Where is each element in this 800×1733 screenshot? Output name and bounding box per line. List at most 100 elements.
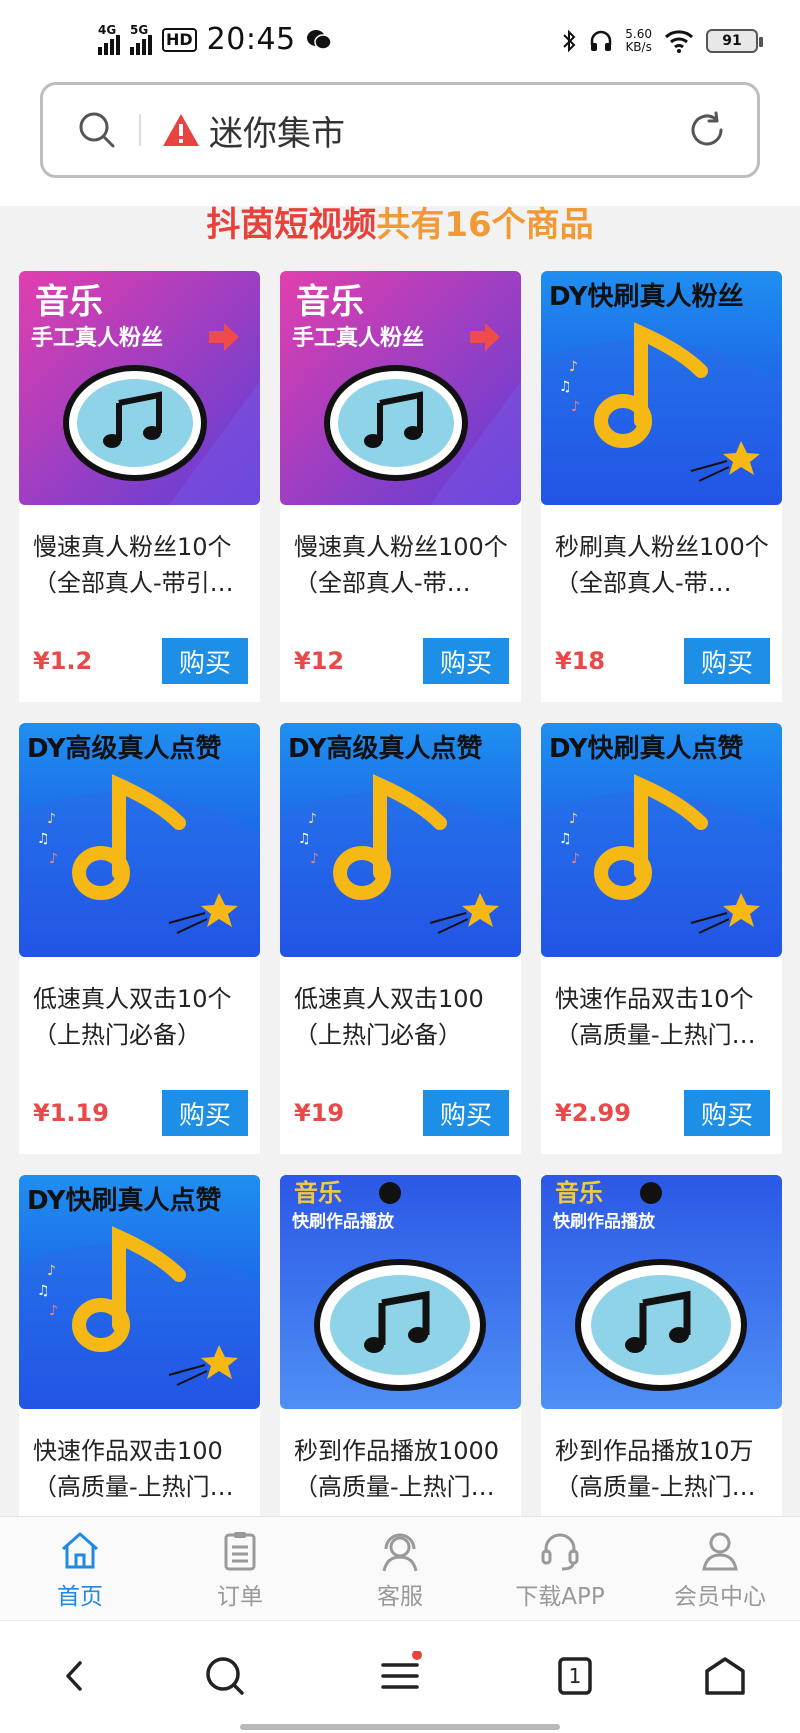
product-name[interactable]: 秒到作品播放10万（高质量-上热门… [555, 1433, 769, 1505]
tab-member-center[interactable]: 会员中心 [640, 1517, 800, 1620]
product-price: ¥2.99 [555, 1099, 631, 1127]
wifi-icon [664, 30, 694, 53]
thumb-title: 音乐 [35, 282, 103, 322]
buy-button[interactable]: 购买 [423, 1090, 509, 1136]
tab-home[interactable]: 首页 [0, 1517, 160, 1620]
product-list-area[interactable]: 抖茵短视频共有16个商品 音乐 手工真人粉丝 慢速真人粉丝10个（全部真人-带引… [0, 206, 800, 1516]
product-name[interactable]: 秒刷真人粉丝100个（全部真人-带… [555, 529, 769, 601]
warning-icon[interactable] [161, 112, 201, 148]
product-image[interactable]: DY快刷真人点赞 ♪ ♫ ♪ [541, 723, 782, 957]
svg-text:♪: ♪ [308, 811, 317, 827]
product-image[interactable]: 音乐 手工真人粉丝 [280, 271, 521, 505]
product-name[interactable]: 慢速真人粉丝100个（全部真人-带… [294, 529, 508, 601]
user-icon [702, 1532, 738, 1571]
svg-text:♪: ♪ [569, 359, 578, 375]
product-card[interactable]: DY高级真人点赞 ♪ ♫ ♪ 低速真人双击10个（上热门必备） ¥1.19 购买 [19, 723, 260, 1154]
thumb-subtitle: 快刷作品播放 [292, 1211, 395, 1232]
home-icon[interactable] [700, 1651, 750, 1701]
product-card[interactable]: 音乐 快刷作品播放 秒到作品播放10万（高质量-上热门… [541, 1175, 782, 1516]
product-name[interactable]: 秒到作品播放1000（高质量-上热门… [294, 1433, 508, 1505]
product-image[interactable]: 音乐 手工真人粉丝 [19, 271, 260, 505]
signal-5g-icon: 5G [130, 23, 152, 55]
notification-dot [412, 1651, 422, 1660]
home-icon [62, 1532, 98, 1569]
svg-text:♪: ♪ [571, 399, 580, 415]
tab-orders-label: 订单 [217, 1584, 263, 1610]
search-icon[interactable] [77, 110, 117, 150]
svg-text:♪: ♪ [310, 851, 319, 867]
tabs-button[interactable]: 1 [550, 1651, 600, 1701]
page-title: 迷你集市 [209, 113, 345, 154]
buy-button[interactable]: 购买 [162, 638, 248, 684]
tab-member-center-label: 会员中心 [674, 1584, 766, 1610]
svg-text:♫: ♫ [37, 1283, 50, 1299]
back-icon[interactable] [50, 1651, 100, 1701]
svg-text:♫: ♫ [559, 831, 572, 847]
service-icon [382, 1533, 418, 1572]
heading-count: 共有16个商品 [376, 206, 594, 245]
svg-text:♪: ♪ [47, 1263, 56, 1279]
tab-download-app[interactable]: 下载APP [480, 1517, 640, 1620]
product-card[interactable]: DY快刷真人点赞 ♪ ♫ ♪ 快速作品双击10个（高质量-上热门… ¥2.99 … [541, 723, 782, 1154]
search-icon[interactable] [200, 1651, 250, 1701]
headphones-icon [591, 30, 612, 51]
battery-indicator: 91 [706, 29, 763, 53]
product-card[interactable]: 音乐 手工真人粉丝 慢速真人粉丝10个（全部真人-带引… ¥1.2 购买 [19, 271, 260, 702]
product-image[interactable]: 音乐 快刷作品播放 [541, 1175, 782, 1409]
product-image[interactable]: DY高级真人点赞 ♪ ♫ ♪ [280, 723, 521, 957]
product-card[interactable]: DY高级真人点赞 ♪ ♫ ♪ 低速真人双击100（上热门必备） ¥19 购买 [280, 723, 521, 1154]
svg-text:♫: ♫ [298, 831, 311, 847]
bluetooth-icon [563, 29, 576, 53]
product-price: ¥19 [294, 1099, 345, 1127]
product-card[interactable]: DY快刷真人粉丝 ♪ ♫ ♪ 秒刷真人粉丝100个（全部真人-带… ¥18 购买 [541, 271, 782, 702]
reload-icon[interactable] [687, 110, 727, 150]
tab-download-app-label: 下载APP [515, 1584, 605, 1610]
buy-button[interactable]: 购买 [684, 638, 770, 684]
address-bar[interactable]: 迷你集市 [40, 82, 760, 178]
product-image[interactable]: DY快刷真人点赞 ♪ ♫ ♪ [19, 1175, 260, 1409]
svg-text:♪: ♪ [49, 1303, 58, 1319]
thumb-title: 音乐 [296, 282, 364, 322]
home-indicator[interactable] [240, 1724, 560, 1730]
signal-4g-icon: 4G [98, 23, 120, 55]
thumb-subtitle: 快刷作品播放 [553, 1211, 656, 1232]
product-card[interactable]: DY快刷真人点赞 ♪ ♫ ♪ 快速作品双击100（高质量-上热门… [19, 1175, 260, 1516]
product-grid: 音乐 手工真人粉丝 慢速真人粉丝10个（全部真人-带引… ¥1.2 购买 音乐 … [19, 271, 782, 1516]
tab-service[interactable]: 客服 [320, 1517, 480, 1620]
menu-icon[interactable] [375, 1651, 425, 1701]
tabs-count: 1 [568, 1664, 582, 1688]
product-price: ¥12 [294, 647, 345, 675]
svg-text:♪: ♪ [49, 851, 58, 867]
category-heading: 抖茵短视频共有16个商品 [0, 208, 800, 242]
buy-button[interactable]: 购买 [423, 638, 509, 684]
product-image[interactable]: DY快刷真人粉丝 ♪ ♫ ♪ [541, 271, 782, 505]
order-icon [224, 1532, 256, 1571]
product-card[interactable]: 音乐 手工真人粉丝 慢速真人粉丝100个（全部真人-带… ¥12 购买 [280, 271, 521, 702]
product-name[interactable]: 快速作品双击100（高质量-上热门… [33, 1433, 247, 1505]
thumb-subtitle: 手工真人粉丝 [31, 325, 163, 351]
product-price: ¥1.19 [33, 1099, 109, 1127]
network-speed: 5.60 KB/s [625, 28, 652, 54]
wechat-icon [306, 29, 332, 50]
product-image[interactable]: DY高级真人点赞 ♪ ♫ ♪ [19, 723, 260, 957]
product-name[interactable]: 低速真人双击100（上热门必备） [294, 981, 508, 1053]
hd-voice-badge: HD [162, 27, 197, 52]
headset-icon [541, 1533, 579, 1571]
clock: 20:45 [206, 22, 296, 57]
thumb-title: 音乐 [294, 1179, 342, 1207]
svg-text:♪: ♪ [47, 811, 56, 827]
buy-button[interactable]: 购买 [684, 1090, 770, 1136]
search-divider [139, 114, 141, 146]
product-name[interactable]: 低速真人双击10个（上热门必备） [33, 981, 247, 1053]
product-name[interactable]: 快速作品双击10个（高质量-上热门… [555, 981, 769, 1053]
product-name[interactable]: 慢速真人粉丝10个（全部真人-带引… [33, 529, 247, 601]
tab-orders[interactable]: 订单 [160, 1517, 320, 1620]
product-price: ¥1.2 [33, 647, 93, 675]
product-card[interactable]: 音乐 快刷作品播放 秒到作品播放1000（高质量-上热门… [280, 1175, 521, 1516]
buy-button[interactable]: 购买 [162, 1090, 248, 1136]
svg-text:♪: ♪ [571, 851, 580, 867]
svg-text:♫: ♫ [559, 379, 572, 395]
thumb-title: DY高级真人点赞 [27, 733, 222, 764]
product-image[interactable]: 音乐 快刷作品播放 [280, 1175, 521, 1409]
thumb-title: 音乐 [555, 1179, 603, 1207]
